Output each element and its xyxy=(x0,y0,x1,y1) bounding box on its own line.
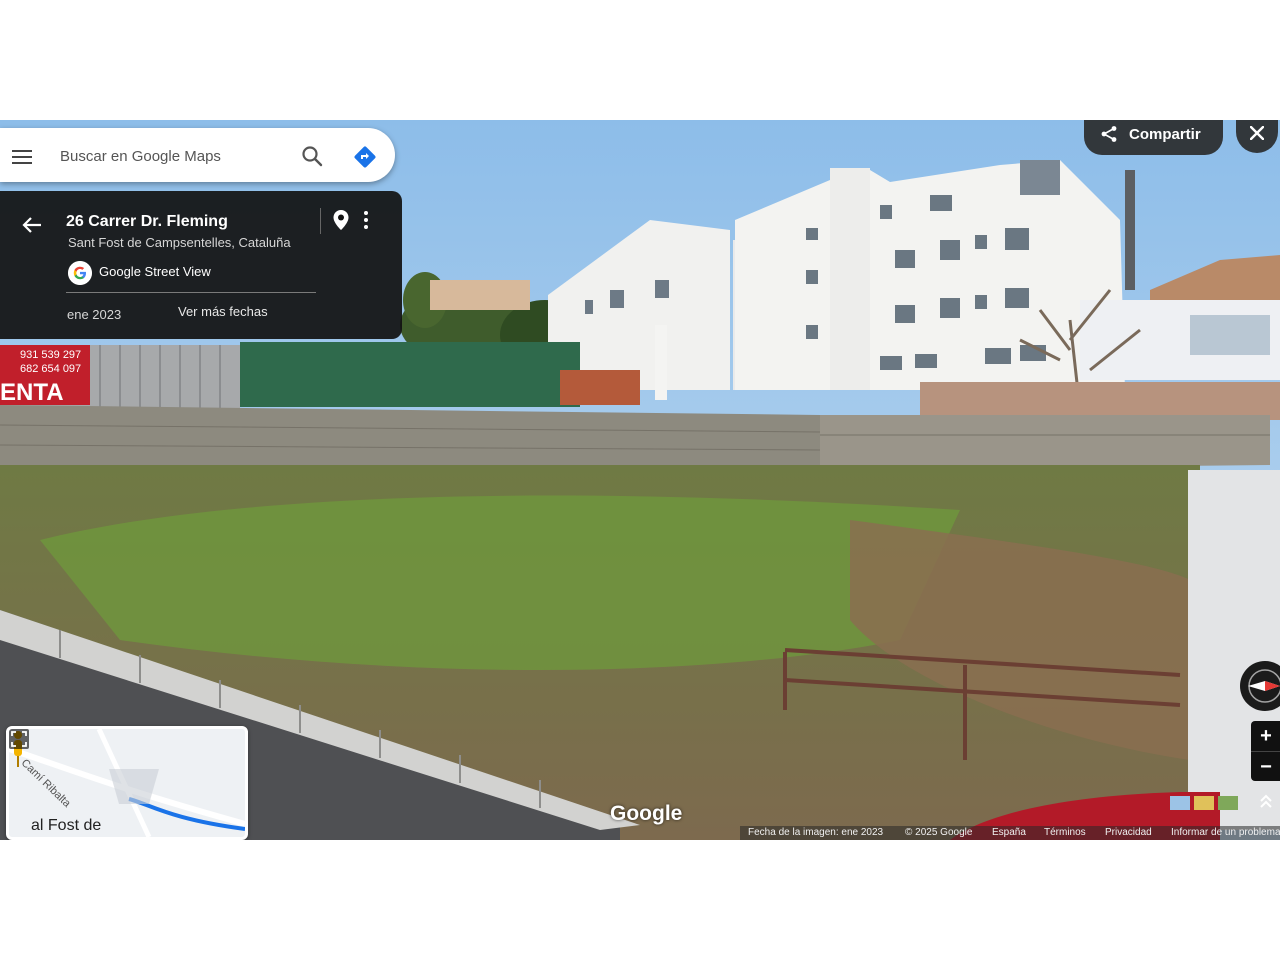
terms-link[interactable]: Términos xyxy=(1044,827,1086,838)
copyright-text: © 2025 Google xyxy=(905,827,973,838)
zoom-out-button[interactable]: − xyxy=(1251,751,1280,782)
minimap-town-label: al Fost de xyxy=(31,817,102,834)
attribution-footer: Fecha de la imagen: ene 2023 © 2025 Goog… xyxy=(740,826,1280,840)
search-input[interactable] xyxy=(60,145,290,167)
country-link[interactable]: España xyxy=(992,827,1026,838)
privacy-link[interactable]: Privacidad xyxy=(1105,827,1152,838)
compass-button[interactable] xyxy=(1240,661,1280,711)
street-view-viewer[interactable]: 931 539 297 682 654 097 ENTA Buscar en G… xyxy=(0,120,1280,840)
search-icon[interactable] xyxy=(300,144,324,168)
google-watermark: Google xyxy=(610,802,683,825)
minimap[interactable]: Camí Ribalta al Fost de xyxy=(6,726,248,840)
share-label: Compartir xyxy=(1129,126,1201,143)
report-problem-link[interactable]: Informar de un problema xyxy=(1171,827,1280,838)
zoom-control: + − xyxy=(1251,721,1280,781)
close-icon xyxy=(1250,126,1264,140)
share-icon xyxy=(1101,126,1117,142)
directions-icon[interactable] xyxy=(352,144,378,170)
map-pin-icon[interactable] xyxy=(332,209,350,231)
thumbnail[interactable] xyxy=(1170,796,1190,810)
imagery-thumbnails[interactable] xyxy=(1168,794,1240,812)
thumbnail[interactable] xyxy=(1194,796,1214,810)
google-logo-icon xyxy=(68,261,92,285)
thumbnail[interactable] xyxy=(1218,796,1238,810)
street-view-label: Google Street View xyxy=(99,264,211,279)
sign-phone-2: 682 654 097 xyxy=(20,363,81,375)
more-options-icon[interactable] xyxy=(361,210,371,230)
menu-icon[interactable] xyxy=(12,150,32,164)
location-info-card: 26 Carrer Dr. Fleming Sant Fost de Camps… xyxy=(0,191,402,339)
image-date-text: Fecha de la imagen: ene 2023 xyxy=(748,827,884,838)
fullscreen-icon[interactable] xyxy=(9,729,29,749)
place-subtitle: Sant Fost de Campsentelles, Cataluña xyxy=(68,235,291,250)
divider xyxy=(320,208,321,234)
back-arrow-icon[interactable] xyxy=(22,216,42,234)
sign-phone-1: 931 539 297 xyxy=(20,349,81,361)
compass-icon xyxy=(1248,669,1280,703)
zoom-in-button[interactable]: + xyxy=(1251,721,1280,751)
search-bar xyxy=(0,128,395,182)
capture-date: ene 2023 xyxy=(67,307,122,322)
divider xyxy=(66,292,316,293)
expand-up-icon[interactable] xyxy=(1256,792,1276,812)
place-title: 26 Carrer Dr. Fleming xyxy=(66,213,228,230)
more-dates-link[interactable]: Ver más fechas xyxy=(178,304,268,319)
share-button[interactable]: Compartir xyxy=(1084,120,1223,155)
sign-word: ENTA xyxy=(0,379,64,406)
